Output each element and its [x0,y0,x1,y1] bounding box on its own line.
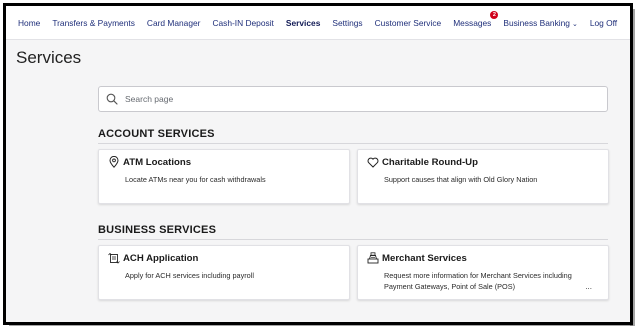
search-input[interactable] [123,93,587,105]
card-description: Support causes that align with Old Glory… [384,175,538,184]
search-icon [106,93,118,105]
merchant-services-card[interactable]: Merchant Services Request more informati… [357,245,609,300]
ach-application-card[interactable]: ACH Application Apply for ACH services i… [98,245,350,300]
cash-register-icon [367,252,379,264]
nav-services[interactable]: Services [280,18,326,28]
more-indicator: ... [585,282,592,291]
nav-business-banking-label: Business Banking [503,17,570,28]
card-description: Locate ATMs near you for cash withdrawal… [125,175,266,184]
account-services-heading: ACCOUNT SERVICES [98,128,608,144]
nav-business-banking[interactable]: Business Banking ⌄ [497,18,583,28]
ach-icon [108,252,120,264]
charitable-round-up-card[interactable]: Charitable Round-Up Support causes that … [357,149,609,204]
card-title: Merchant Services [382,253,467,264]
nav-customer-service[interactable]: Customer Service [369,18,448,28]
nav-messages[interactable]: Messages 2 [447,10,499,28]
nav-log-off[interactable]: Log Off [584,18,623,28]
chevron-down-icon: ⌄ [571,20,578,28]
top-navigation: Home Transfers & Payments Card Manager C… [6,6,630,40]
card-description: Request more information for Merchant Se… [384,271,572,291]
nav-messages-label: Messages [453,17,492,28]
map-pin-icon [108,156,120,168]
nav-cash-in-deposit[interactable]: Cash-IN Deposit [206,18,279,28]
nav-transfers-payments[interactable]: Transfers & Payments [46,18,141,28]
nav-card-manager[interactable]: Card Manager [141,18,207,28]
card-title: ATM Locations [123,157,192,168]
nav-settings[interactable]: Settings [326,18,368,28]
card-title: ACH Application [123,253,199,264]
business-services-heading: BUSINESS SERVICES [98,224,608,240]
page-title: Services [16,48,82,67]
card-title: Charitable Round-Up [382,157,478,168]
nav-home[interactable]: Home [12,18,46,28]
app-window: Home Transfers & Payments Card Manager C… [3,3,633,325]
search-bar[interactable] [98,86,608,112]
card-description: Apply for ACH services including payroll [125,271,254,280]
atm-locations-card[interactable]: ATM Locations Locate ATMs near you for c… [98,149,350,204]
heart-icon [367,156,379,168]
